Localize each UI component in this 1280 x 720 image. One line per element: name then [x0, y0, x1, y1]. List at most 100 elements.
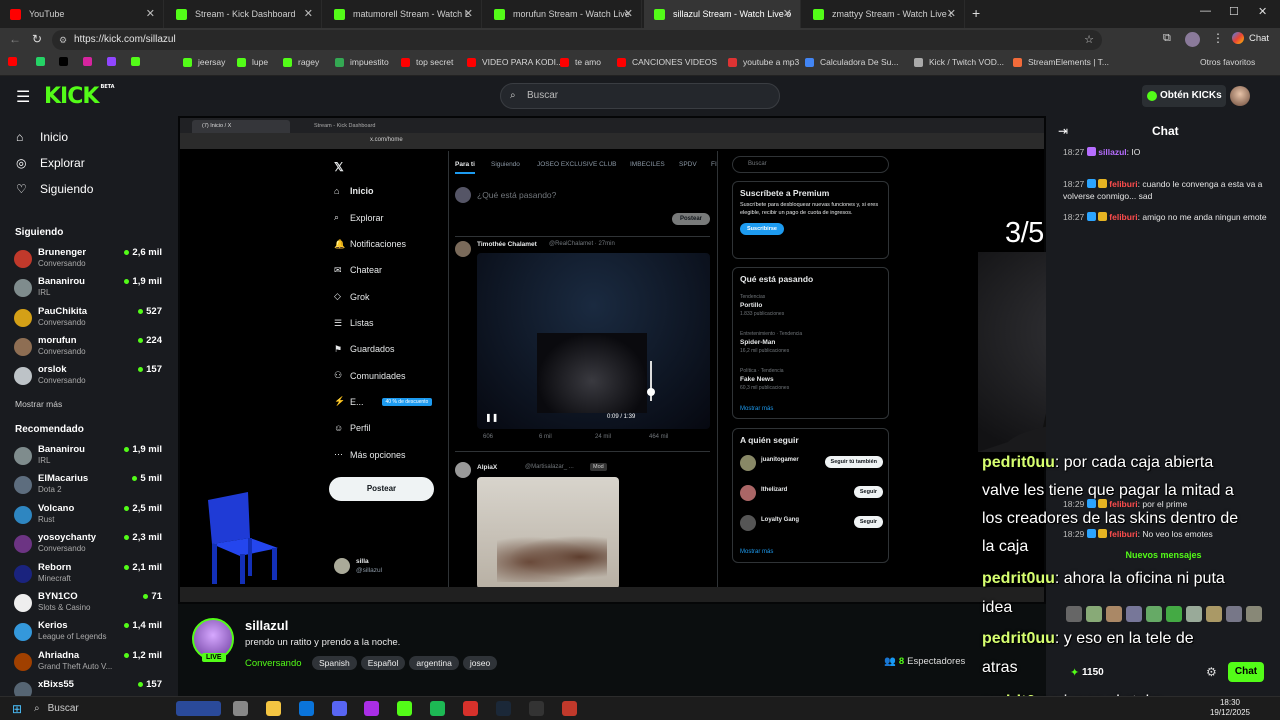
close-tab-icon[interactable]: ✕: [624, 7, 633, 20]
site-info-icon[interactable]: ⚙: [59, 30, 67, 50]
widgets-icon[interactable]: [176, 701, 221, 716]
chat-username[interactable]: sillazul: [1098, 147, 1126, 157]
bookmark-item[interactable]: [107, 57, 122, 66]
spotify-icon[interactable]: [430, 701, 445, 716]
sidebar-channel[interactable]: orslok Conversando 157: [14, 364, 164, 390]
bookmark-item[interactable]: top secret: [401, 57, 453, 67]
task-view-icon[interactable]: [233, 701, 248, 716]
back-icon[interactable]: ←: [9, 32, 21, 46]
sidebar-channel[interactable]: BYN1CO Slots & Casino 71: [14, 591, 164, 617]
bookmark-item[interactable]: StreamElements | T...: [1013, 57, 1109, 67]
gemini-chat-button[interactable]: Chat: [1232, 32, 1269, 44]
stream-tag[interactable]: Español: [360, 656, 406, 670]
epic-games-icon[interactable]: [529, 701, 544, 716]
bookmark-item[interactable]: VIDEO PARA KODI...: [467, 57, 563, 67]
streamer-name[interactable]: sillazul: [245, 618, 288, 633]
url-input[interactable]: ⚙ https://kick.com/sillazul ☆: [52, 30, 1102, 50]
browser-menu-icon[interactable]: ⋮: [1212, 31, 1224, 45]
chat-settings-icon[interactable]: ⚙: [1206, 665, 1217, 679]
x-compose: ¿Qué está pasando? Postear: [455, 187, 710, 227]
bookmark-item[interactable]: impuestito: [335, 57, 389, 67]
chat-username[interactable]: feliburi: [1109, 529, 1137, 539]
profile-avatar[interactable]: [1185, 32, 1200, 47]
chat-username[interactable]: feliburi: [1109, 499, 1137, 509]
close-tab-icon[interactable]: ✕: [146, 7, 155, 20]
windows-start-icon[interactable]: ⊞: [12, 702, 22, 716]
close-tab-icon[interactable]: ✕: [464, 7, 473, 20]
video-app-icon[interactable]: [562, 701, 577, 716]
chat-username[interactable]: feliburi: [1109, 179, 1137, 189]
bookmark-item[interactable]: [8, 57, 23, 66]
sidebar-channel[interactable]: Bananirou IRL 1,9 mil: [14, 276, 164, 302]
browser-tab[interactable]: zmattyy Stream - Watch Live on K✕: [803, 0, 965, 28]
nav-siguiendo[interactable]: ♡ Siguiendo: [16, 182, 93, 196]
stream-tag[interactable]: argentina: [409, 656, 459, 670]
edge-icon[interactable]: [299, 701, 314, 716]
viewer-count: 👥 8 Espectadores: [884, 656, 966, 667]
sidebar-channel[interactable]: yosoychanty Conversando 2,3 mil: [14, 532, 164, 558]
stream-tag[interactable]: joseo: [462, 656, 498, 670]
kick-icon[interactable]: [397, 701, 412, 716]
obs-icon[interactable]: [463, 701, 478, 716]
minimize-icon[interactable]: —: [1200, 5, 1211, 17]
sidebar-channel[interactable]: Bananirou IRL 1,9 mil: [14, 444, 164, 470]
user-avatar[interactable]: [1230, 86, 1250, 106]
close-tab-icon[interactable]: ✕: [947, 7, 956, 20]
sidebar-channel[interactable]: morufun Conversando 224: [14, 335, 164, 361]
file-explorer-icon[interactable]: [266, 701, 281, 716]
bookmark-item[interactable]: youtube a mp3: [728, 57, 799, 67]
new-tab-icon[interactable]: +: [972, 5, 980, 21]
browser-tab[interactable]: matumorell Stream - Watch L ✕: [324, 0, 482, 28]
bookmark-item[interactable]: ragey: [283, 57, 319, 67]
close-tab-icon[interactable]: ✕: [304, 7, 313, 20]
maximize-icon[interactable]: ☐: [1229, 5, 1239, 18]
chat-username[interactable]: feliburi: [1109, 212, 1137, 222]
sidebar-channel[interactable]: Kerios League of Legends 1,4 mil: [14, 620, 164, 646]
search-input[interactable]: ⌕ Buscar: [500, 83, 780, 109]
sidebar-channel[interactable]: Reborn Minecraft 2,1 mil: [14, 562, 164, 588]
bookmark-item[interactable]: [36, 57, 51, 66]
menu-icon[interactable]: ☰: [16, 87, 30, 107]
close-tab-icon[interactable]: ✕: [783, 7, 792, 20]
bookmark-item[interactable]: [59, 57, 74, 66]
steam-icon[interactable]: [496, 701, 511, 716]
video-player[interactable]: (7) Inicio / X Stream - Kick Dashboard x…: [178, 116, 1046, 604]
bookmark-item[interactable]: CANCIONES VIDEOS: [617, 57, 717, 67]
tweet-views: 464 mil: [649, 434, 669, 440]
browser-tab[interactable]: Stream - Kick Dashboard ✕: [166, 0, 322, 28]
bookmark-item[interactable]: jeersay: [183, 57, 225, 67]
show-more-link[interactable]: Mostrar más: [15, 399, 62, 409]
sidebar-channel[interactable]: Brunenger Conversando 2,6 mil: [14, 247, 164, 273]
system-clock[interactable]: 18:30 19/12/2025: [1200, 698, 1260, 718]
sidebar-channel[interactable]: Volcano Rust 2,5 mil: [14, 503, 164, 529]
trends-more: Mostrar más: [740, 406, 774, 412]
window-close-icon[interactable]: ✕: [1258, 5, 1267, 18]
bookmark-item[interactable]: [83, 57, 98, 66]
browser-tab[interactable]: YouTube ✕: [0, 0, 164, 28]
reload-icon[interactable]: ↻: [32, 32, 42, 46]
bookmark-item[interactable]: Kick / Twitch VOD...: [914, 57, 1004, 67]
stream-tag[interactable]: Spanish: [311, 656, 357, 670]
extensions-icon[interactable]: ⧉: [1163, 32, 1171, 45]
discord-icon[interactable]: [332, 701, 347, 716]
bookmark-item[interactable]: [131, 57, 146, 66]
canva-icon[interactable]: [364, 701, 379, 716]
sidebar-channel[interactable]: PauChikita Conversando 527: [14, 306, 164, 332]
sidebar-channel[interactable]: ElMacarius Dota 2 5 mil: [14, 473, 164, 499]
category-link[interactable]: Conversando: [245, 658, 302, 669]
nav-inicio[interactable]: ⌂ Inicio: [16, 130, 68, 144]
nav-explorar[interactable]: ◎ Explorar: [16, 156, 85, 170]
bookmark-item[interactable]: Calculadora De Su...: [805, 57, 898, 67]
points-icon[interactable]: ✦: [1070, 666, 1079, 679]
bookmark-item[interactable]: te amo: [560, 57, 601, 67]
other-bookmarks[interactable]: Otros favoritos: [1200, 57, 1255, 67]
bookmark-item[interactable]: lupe: [237, 57, 268, 67]
bookmark-star-icon[interactable]: ☆: [1084, 30, 1094, 50]
browser-tab[interactable]: sillazul Stream - Watch Live o ✕: [644, 0, 801, 28]
get-kicks-button[interactable]: Obtén KICKs: [1142, 85, 1226, 107]
kick-logo[interactable]: KICK BETA: [44, 84, 115, 109]
sidebar-channel[interactable]: Ahriadna Grand Theft Auto V... 1,2 mil: [14, 650, 164, 676]
chat-send-button[interactable]: Chat: [1228, 662, 1264, 682]
browser-tab[interactable]: morufun Stream - Watch Live ✕: [484, 0, 642, 28]
collapse-chat-icon[interactable]: ⇥: [1058, 124, 1068, 138]
